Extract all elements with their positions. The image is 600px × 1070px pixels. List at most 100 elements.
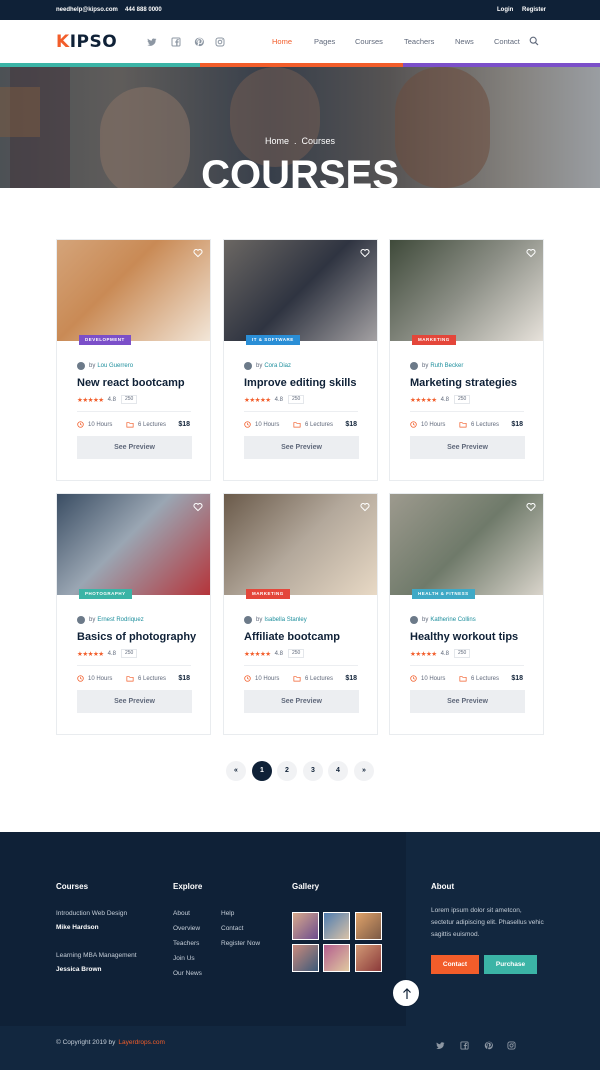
- folder-icon: [293, 422, 301, 428]
- heart-icon[interactable]: [193, 502, 203, 512]
- author-name[interactable]: Lou Guerrero: [97, 363, 133, 369]
- course-card[interactable]: Development by Lou Guerrero New react bo…: [56, 239, 211, 481]
- see-preview-button[interactable]: See Preview: [410, 690, 525, 713]
- course-card[interactable]: Marketing by Isabella Stanley Affiliate …: [223, 493, 378, 735]
- twitter-icon[interactable]: [147, 37, 157, 47]
- top-email[interactable]: needhelp@kipso.com: [56, 7, 118, 13]
- course-image[interactable]: [224, 240, 377, 341]
- category-tag[interactable]: Marketing: [412, 335, 456, 345]
- avatar: [77, 362, 85, 370]
- heart-icon[interactable]: [360, 502, 370, 512]
- course-image[interactable]: [224, 494, 377, 595]
- nav-news[interactable]: News: [455, 37, 474, 46]
- search-icon[interactable]: [529, 36, 539, 46]
- footer-link-register[interactable]: Register Now: [221, 940, 260, 947]
- footer-course-link[interactable]: Learning MBA Management: [56, 952, 137, 959]
- site-footer: Courses Introduction Web Design Mike Har…: [0, 832, 600, 1070]
- course-title[interactable]: Marketing strategies: [410, 377, 517, 389]
- see-preview-button[interactable]: See Preview: [77, 436, 192, 459]
- scroll-to-top-button[interactable]: [392, 979, 420, 1007]
- course-title[interactable]: Basics of photography: [77, 631, 196, 643]
- course-title[interactable]: New react bootcamp: [77, 377, 185, 389]
- category-tag[interactable]: Photography: [79, 589, 132, 599]
- heart-icon[interactable]: [193, 248, 203, 258]
- pagination-page-2[interactable]: 2: [277, 761, 297, 781]
- breadcrumb-home[interactable]: Home: [265, 136, 289, 146]
- footer-link-teachers[interactable]: Teachers: [173, 940, 199, 947]
- gallery-thumb[interactable]: [355, 912, 382, 940]
- footer-link-help[interactable]: Help: [221, 910, 234, 917]
- nav-home[interactable]: Home: [272, 37, 292, 46]
- see-preview-button[interactable]: See Preview: [77, 690, 192, 713]
- see-preview-button[interactable]: See Preview: [244, 690, 359, 713]
- see-preview-button[interactable]: See Preview: [244, 436, 359, 459]
- gallery-thumb[interactable]: [292, 912, 319, 940]
- brand-link[interactable]: Layerdrops.com: [118, 1039, 165, 1046]
- course-title[interactable]: Affiliate bootcamp: [244, 631, 340, 643]
- footer-explore-heading: Explore: [173, 882, 203, 891]
- pagination-next[interactable]: »: [354, 761, 374, 781]
- facebook-icon[interactable]: [171, 37, 181, 47]
- category-tag[interactable]: IT & Software: [246, 335, 300, 345]
- author-name[interactable]: Isabella Stanley: [264, 617, 306, 623]
- category-tag[interactable]: Marketing: [246, 589, 290, 599]
- gallery-thumb[interactable]: [323, 944, 350, 972]
- review-count: 250: [287, 395, 305, 404]
- twitter-icon[interactable]: [436, 1041, 445, 1050]
- course-title[interactable]: Healthy workout tips: [410, 631, 518, 643]
- nav-courses[interactable]: Courses: [355, 37, 383, 46]
- category-tag[interactable]: Development: [79, 335, 131, 345]
- footer-link-overview[interactable]: Overview: [173, 925, 200, 932]
- course-image[interactable]: [390, 240, 543, 341]
- author-name[interactable]: Cora Diaz: [264, 363, 291, 369]
- author-name[interactable]: Ernest Rodriquez: [97, 617, 143, 623]
- course-title[interactable]: Improve editing skills: [244, 377, 356, 389]
- nav-contact[interactable]: Contact: [494, 37, 520, 46]
- contact-button[interactable]: Contact: [431, 955, 479, 974]
- course-image[interactable]: [57, 240, 210, 341]
- course-card[interactable]: IT & Software by Cora Diaz Improve editi…: [223, 239, 378, 481]
- heart-icon[interactable]: [526, 502, 536, 512]
- footer-link-news[interactable]: Our News: [173, 970, 202, 977]
- nav-teachers[interactable]: Teachers: [404, 37, 434, 46]
- author-name[interactable]: Ruth Becker: [430, 363, 463, 369]
- footer-link-contact[interactable]: Contact: [221, 925, 243, 932]
- course-card[interactable]: Marketing by Ruth Becker Marketing strat…: [389, 239, 544, 481]
- gallery-thumb[interactable]: [323, 912, 350, 940]
- register-link[interactable]: Register: [522, 7, 546, 13]
- nav-pages[interactable]: Pages: [314, 37, 335, 46]
- footer-course-link[interactable]: Introduction Web Design: [56, 910, 127, 917]
- purchase-button[interactable]: Purchase: [484, 955, 537, 974]
- site-logo[interactable]: KIPSO: [56, 32, 117, 52]
- gallery-thumb[interactable]: [292, 944, 319, 972]
- pagination-page-3[interactable]: 3: [303, 761, 323, 781]
- course-lectures: 6 Lectures: [459, 421, 499, 428]
- pagination-page-1[interactable]: 1: [252, 761, 272, 781]
- login-link[interactable]: Login: [497, 7, 513, 13]
- footer-link-about[interactable]: About: [173, 910, 190, 917]
- instagram-icon[interactable]: [215, 37, 225, 47]
- footer-link-join[interactable]: Join Us: [173, 955, 195, 962]
- heart-icon[interactable]: [360, 248, 370, 258]
- facebook-icon[interactable]: [460, 1041, 469, 1050]
- pagination-page-4[interactable]: 4: [328, 761, 348, 781]
- category-tag[interactable]: Health & Fitness: [412, 589, 475, 599]
- author-name[interactable]: Katherine Collins: [430, 617, 475, 623]
- card-divider: [77, 665, 191, 666]
- footer-about-text: Lorem ipsum dolor sit ametcon, sectetur …: [431, 907, 544, 938]
- course-image[interactable]: [390, 494, 543, 595]
- instagram-icon[interactable]: [507, 1041, 516, 1050]
- course-lectures: 6 Lectures: [293, 675, 333, 682]
- top-phone[interactable]: 444 888 0000: [125, 7, 162, 13]
- course-image[interactable]: [57, 494, 210, 595]
- see-preview-button[interactable]: See Preview: [410, 436, 525, 459]
- heart-icon[interactable]: [526, 248, 536, 258]
- pinterest-icon[interactable]: [484, 1041, 493, 1050]
- course-card[interactable]: Health & Fitness by Katherine Collins He…: [389, 493, 544, 735]
- course-card[interactable]: Photography by Ernest Rodriquez Basics o…: [56, 493, 211, 735]
- gallery-thumb[interactable]: [355, 944, 382, 972]
- clock-icon: [244, 675, 251, 682]
- pinterest-icon[interactable]: [194, 37, 204, 47]
- course-hours: 10 Hours: [77, 675, 112, 682]
- pagination-prev[interactable]: «: [226, 761, 246, 781]
